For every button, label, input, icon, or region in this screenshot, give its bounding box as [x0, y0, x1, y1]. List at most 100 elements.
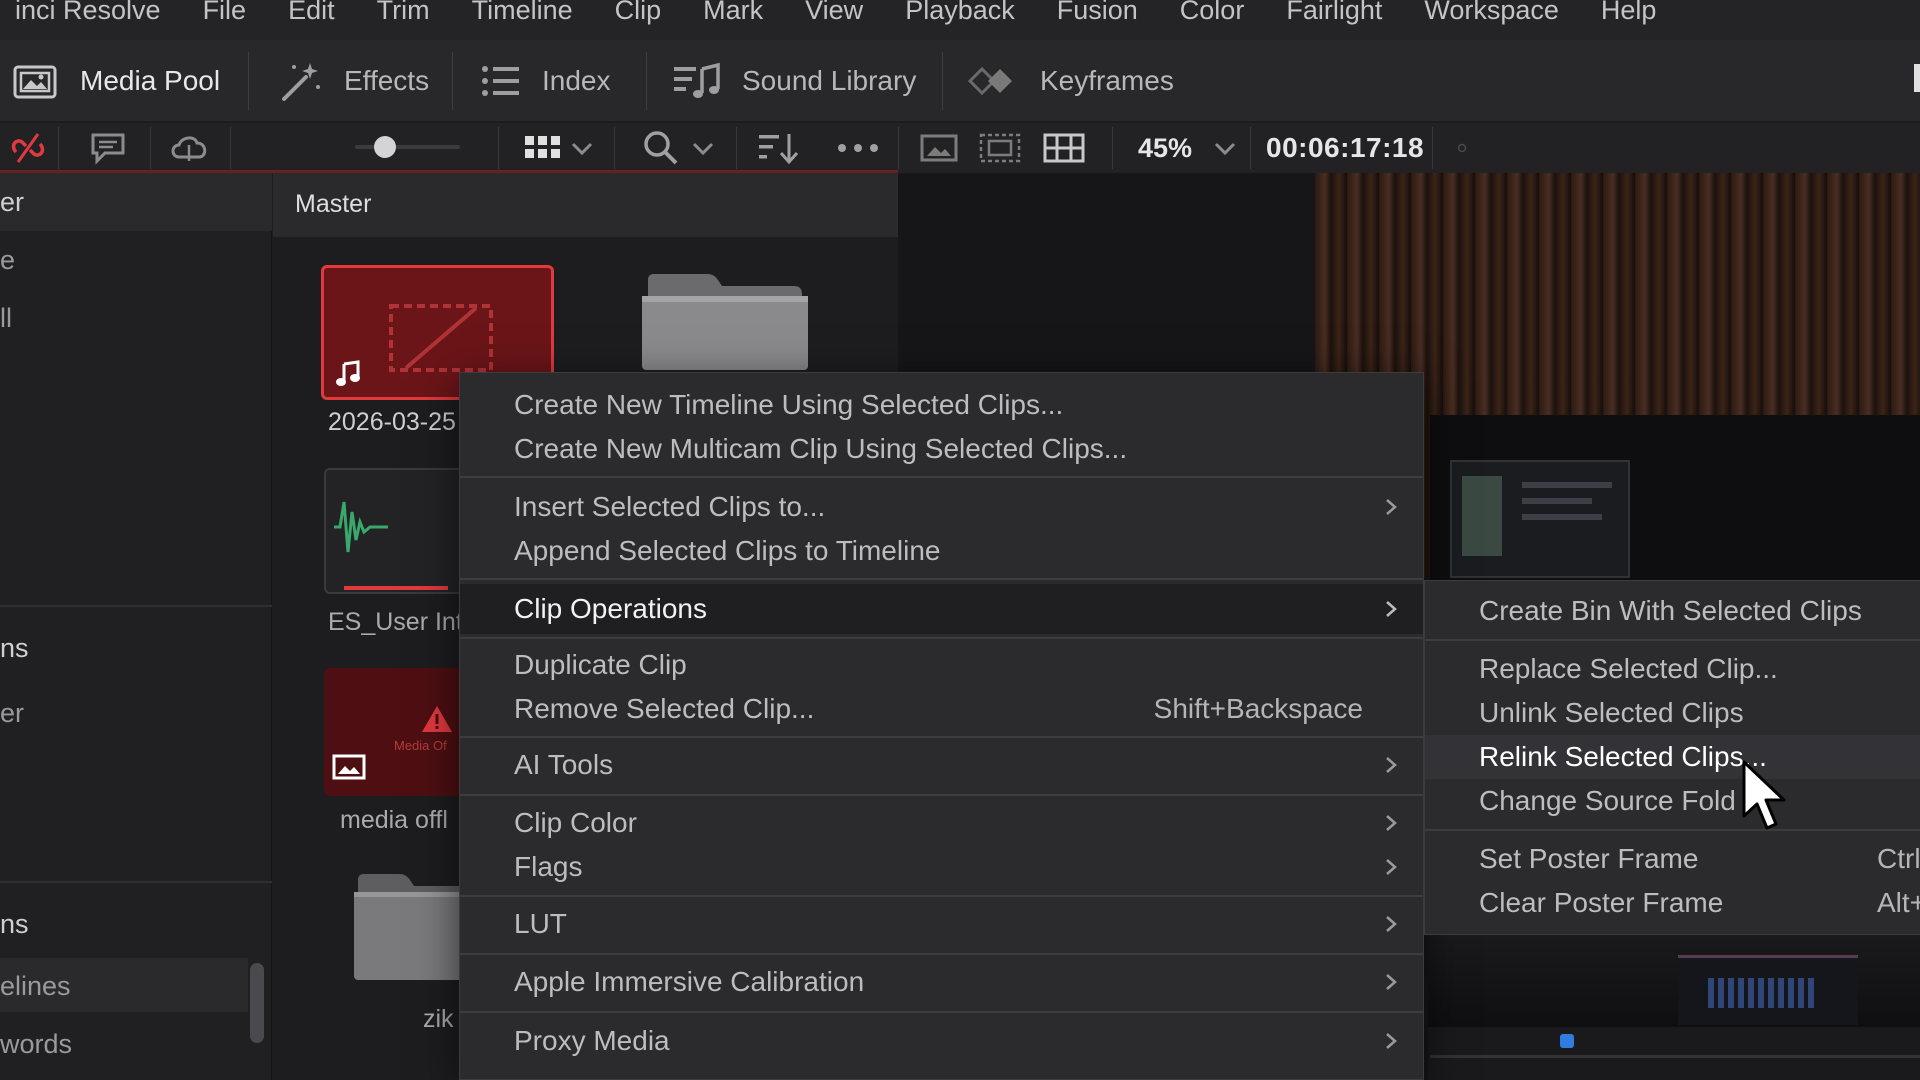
submenu-item-label: Change Source Fold	[1479, 785, 1736, 816]
sidebar-header	[0, 173, 272, 231]
monitor-ui-line	[1522, 514, 1602, 520]
sort-button[interactable]	[752, 123, 804, 173]
chevron-right-icon	[1386, 974, 1397, 990]
menu-clip[interactable]: Clip	[594, 0, 683, 24]
submenu-item-relink-clips[interactable]: Relink Selected Clips...	[1425, 735, 1920, 779]
menu-app[interactable]: inci Resolve	[0, 0, 182, 24]
view-mode-dropdown[interactable]	[516, 123, 602, 173]
toolbar-divider	[230, 127, 231, 169]
offline-label: Media Of	[394, 738, 447, 753]
menu-playback[interactable]: Playback	[884, 0, 1036, 24]
slider-handle[interactable]	[374, 136, 396, 158]
viewer-scrubber[interactable]	[1428, 1027, 1920, 1080]
submenu-item-replace-clip[interactable]: Replace Selected Clip...	[1425, 647, 1920, 691]
viewer-frame-bottom	[1428, 935, 1920, 1027]
menu-item-lut[interactable]: LUT	[460, 902, 1423, 946]
folder-thumbnail[interactable]	[634, 270, 816, 370]
clip-thumbnail[interactable]	[324, 468, 464, 594]
menu-color[interactable]: Color	[1159, 0, 1266, 24]
filmstrip-icon	[1043, 133, 1085, 163]
safe-area-icon	[979, 133, 1021, 163]
menu-item-label: Flags	[514, 851, 583, 882]
metadata-button[interactable]	[84, 123, 132, 173]
menu-item-proxy-media[interactable]: Proxy Media	[460, 1019, 1423, 1063]
media-pool-button[interactable]: Media Pool	[12, 40, 220, 122]
toolbar-divider	[942, 52, 943, 110]
submenu-item-change-source-folder[interactable]: Change Source Fold	[1425, 779, 1920, 823]
menu-item-apple-immersive[interactable]: Apple Immersive Calibration	[460, 960, 1423, 1004]
menu-file[interactable]: File	[182, 0, 268, 24]
folder-thumbnail[interactable]	[350, 870, 470, 990]
search-dropdown[interactable]	[634, 123, 724, 173]
image-view-button[interactable]	[914, 123, 964, 173]
toolbar-divider	[150, 127, 151, 169]
clip-name: ES_User Int	[328, 608, 463, 636]
menu-edit[interactable]: Edit	[267, 0, 356, 24]
menu-item-clip-operations[interactable]: Clip Operations	[460, 584, 1423, 634]
submenu-item-set-poster-frame[interactable]: Set Poster Frame Ctrl	[1425, 837, 1920, 881]
keyframes-label: Keyframes	[1040, 65, 1174, 96]
menu-fairlight[interactable]: Fairlight	[1265, 0, 1403, 24]
cloud-sync-button[interactable]	[166, 123, 214, 173]
menu-help[interactable]: Help	[1580, 0, 1678, 24]
filmstrip-view-button[interactable]	[1036, 123, 1092, 173]
chevron-right-icon	[1386, 916, 1397, 932]
bin-sidebar: er e ll ns er ns elines words	[0, 173, 272, 1080]
effects-button[interactable]: Effects	[276, 40, 429, 122]
sidebar-item[interactable]: elines	[0, 971, 71, 1002]
index-button[interactable]: Index	[480, 40, 611, 122]
menu-item-create-timeline[interactable]: Create New Timeline Using Selected Clips…	[460, 383, 1423, 427]
menu-fusion[interactable]: Fusion	[1036, 0, 1159, 24]
folder-icon	[354, 874, 470, 980]
toolbar-divider	[452, 52, 453, 110]
menu-item-label: Create New Timeline Using Selected Clips…	[514, 389, 1064, 420]
submenu-item-create-bin[interactable]: Create Bin With Selected Clips	[1425, 589, 1920, 633]
unlink-icon	[11, 133, 45, 163]
menu-view[interactable]: View	[784, 0, 884, 24]
toolbar-divider	[1250, 127, 1251, 169]
menu-item-label: Remove Selected Clip...	[514, 693, 815, 724]
toolbar-divider	[498, 127, 499, 169]
menu-item-create-multicam[interactable]: Create New Multicam Clip Using Selected …	[460, 427, 1423, 471]
menu-trim[interactable]: Trim	[356, 0, 451, 24]
menu-separator	[460, 476, 1423, 478]
menu-timeline[interactable]: Timeline	[451, 0, 594, 24]
sidebar-item[interactable]: er	[0, 698, 24, 729]
chevron-down-icon	[1214, 142, 1236, 156]
index-label: Index	[542, 65, 611, 96]
menu-item-clip-color[interactable]: Clip Color	[460, 801, 1423, 845]
menu-item-append-clips[interactable]: Append Selected Clips to Timeline	[460, 529, 1423, 573]
sidebar-scrollbar[interactable]	[250, 963, 264, 1043]
sidebar-item[interactable]: ll	[0, 303, 12, 334]
more-options-button[interactable]	[832, 123, 884, 173]
safe-area-button[interactable]	[974, 123, 1026, 173]
menu-workspace[interactable]: Workspace	[1403, 0, 1580, 24]
clip-thumbnail[interactable]: Media Of	[324, 668, 464, 796]
menu-item-ai-tools[interactable]: AI Tools	[460, 743, 1423, 787]
menu-separator	[460, 736, 1423, 738]
submenu-item-clear-poster-frame[interactable]: Clear Poster Frame Alt+	[1425, 881, 1920, 925]
sound-library-button[interactable]: Sound Library	[672, 40, 916, 122]
menu-item-flags[interactable]: Flags	[460, 845, 1423, 889]
media-pool-label: Media Pool	[80, 65, 221, 96]
sidebar-item[interactable]: e	[0, 245, 15, 276]
chevron-right-icon	[1386, 757, 1397, 773]
menu-item-remove-clip[interactable]: Remove Selected Clip... Shift+Backspace	[460, 687, 1423, 731]
chevron-right-icon	[1386, 1033, 1397, 1049]
playhead-handle[interactable]	[1560, 1034, 1574, 1048]
menu-mark[interactable]: Mark	[682, 0, 784, 24]
zoom-level[interactable]: 45%	[1138, 123, 1192, 173]
thumbnail-size-slider[interactable]	[355, 145, 460, 149]
sidebar-item[interactable]: words	[0, 1029, 72, 1060]
menu-item-label: Clip Color	[514, 807, 637, 838]
scrubber-track[interactable]	[1430, 1055, 1920, 1058]
submenu-item-unlink-clips[interactable]: Unlink Selected Clips	[1425, 691, 1920, 735]
menu-item-duplicate-clip[interactable]: Duplicate Clip	[460, 643, 1423, 687]
unlink-clips-button[interactable]	[4, 123, 52, 173]
zoom-dropdown-button[interactable]	[1210, 123, 1240, 173]
submenu-item-label: Set Poster Frame	[1479, 843, 1699, 874]
menu-item-label: Insert Selected Clips to...	[514, 491, 826, 522]
toolbar-divider	[646, 52, 647, 110]
keyframes-button[interactable]: Keyframes	[966, 40, 1174, 122]
menu-item-insert-clips[interactable]: Insert Selected Clips to...	[460, 485, 1423, 529]
